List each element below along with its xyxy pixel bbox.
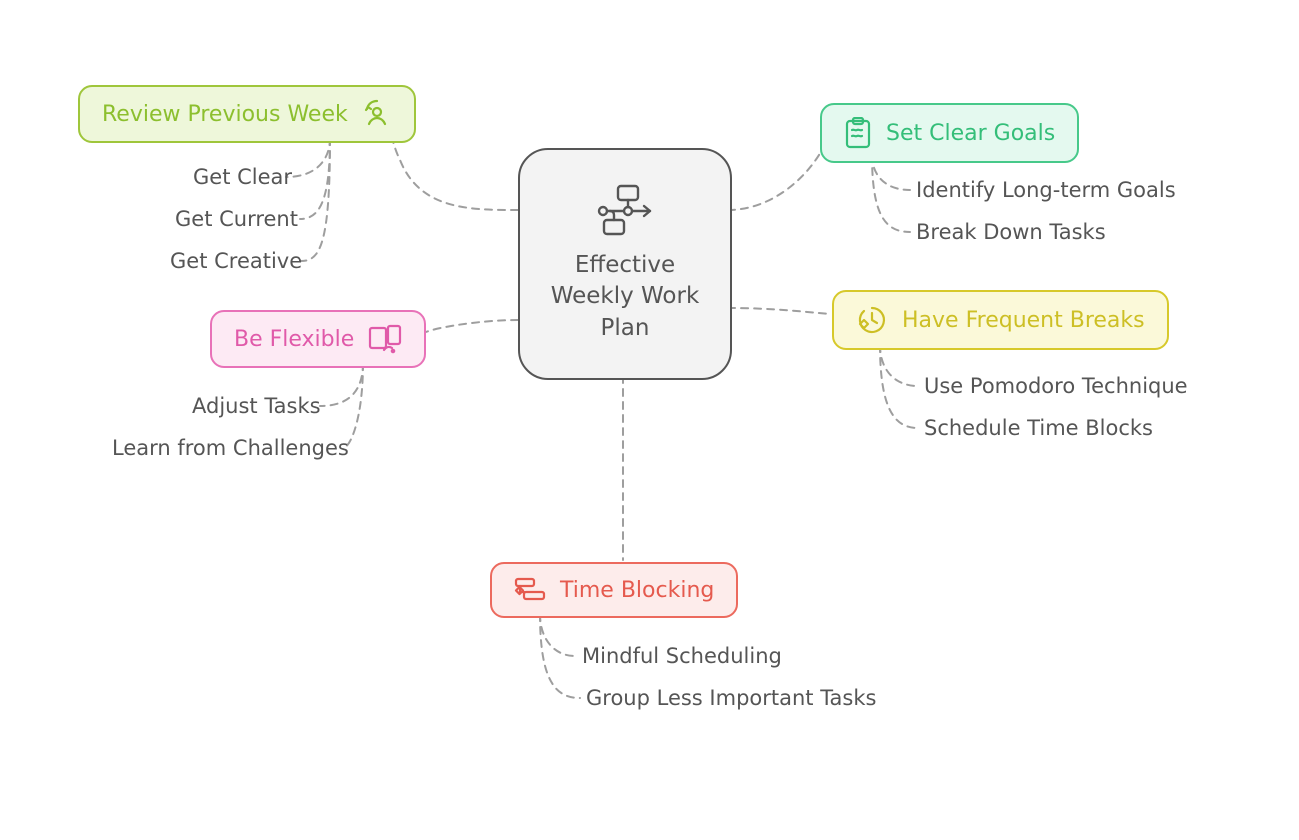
branch-blocking-label: Time Blocking — [560, 578, 714, 603]
blocking-bars-icon — [514, 576, 546, 604]
branch-review-label: Review Previous Week — [102, 102, 348, 127]
mindmap-canvas: Effective Weekly Work Plan Review Previo… — [0, 0, 1299, 840]
branch-blocking[interactable]: Time Blocking — [490, 562, 738, 618]
leaf-goals-1: Break Down Tasks — [916, 220, 1106, 244]
breaks-clock-icon — [856, 304, 888, 336]
branch-flexible-label: Be Flexible — [234, 327, 354, 352]
leaf-blocking-0: Mindful Scheduling — [582, 644, 782, 668]
branch-goals[interactable]: Set Clear Goals — [820, 103, 1079, 163]
central-node[interactable]: Effective Weekly Work Plan — [518, 148, 732, 380]
leaf-breaks-1: Schedule Time Blocks — [924, 416, 1153, 440]
leaf-goals-0: Identify Long-term Goals — [916, 178, 1176, 202]
branch-breaks[interactable]: Have Frequent Breaks — [832, 290, 1169, 350]
central-title: Effective Weekly Work Plan — [545, 250, 705, 343]
leaf-review-2: Get Creative — [170, 249, 302, 273]
branch-goals-label: Set Clear Goals — [886, 121, 1055, 146]
leaf-flexible-1: Learn from Challenges — [112, 436, 349, 460]
goals-clipboard-icon — [844, 117, 872, 149]
branch-flexible[interactable]: Be Flexible — [210, 310, 426, 368]
branch-review[interactable]: Review Previous Week — [78, 85, 416, 143]
leaf-breaks-0: Use Pomodoro Technique — [924, 374, 1188, 398]
leaf-flexible-0: Adjust Tasks — [192, 394, 321, 418]
review-person-icon — [362, 99, 392, 129]
leaf-blocking-1: Group Less Important Tasks — [586, 686, 876, 710]
flexible-devices-icon — [368, 324, 402, 354]
leaf-review-0: Get Clear — [193, 165, 292, 189]
branch-breaks-label: Have Frequent Breaks — [902, 308, 1145, 333]
flowchart-icon — [590, 184, 660, 238]
leaf-review-1: Get Current — [175, 207, 298, 231]
